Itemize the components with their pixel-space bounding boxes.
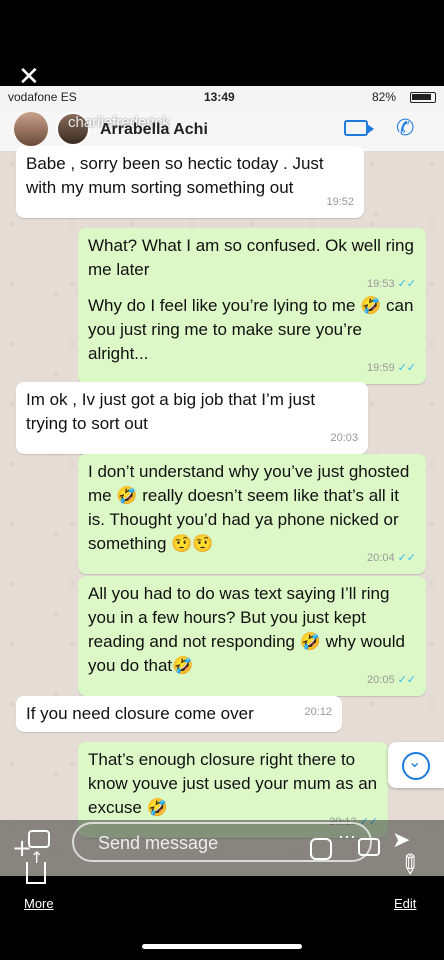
- chevron-down-icon: ⌄: [408, 752, 422, 771]
- story-avatar[interactable]: [14, 112, 48, 146]
- video-call-icon[interactable]: [344, 120, 374, 136]
- message-time: 20:03: [330, 432, 358, 444]
- message-bubble-outgoing: I don’t understand why you’ve just ghost…: [78, 454, 426, 574]
- story-top-area: [0, 0, 444, 86]
- phone-call-icon[interactable]: ✆: [396, 116, 414, 141]
- message-time: 19:52: [326, 196, 354, 208]
- share-icon[interactable]: [26, 848, 46, 884]
- more-button[interactable]: More: [24, 896, 54, 911]
- home-indicator[interactable]: [142, 944, 302, 949]
- camera-icon[interactable]: [358, 838, 380, 856]
- message-input-placeholder: Send message: [98, 833, 219, 853]
- scroll-to-bottom-button[interactable]: ⌄: [388, 742, 444, 788]
- message-text: If you need closure come over: [26, 704, 254, 723]
- message-bubble-incoming: Im ok , Iv just got a big job that I’m j…: [16, 382, 368, 454]
- more-dots-icon[interactable]: ···: [338, 826, 356, 847]
- edit-button[interactable]: Edit: [394, 896, 416, 911]
- carrier-label: vodafone ES: [8, 90, 77, 104]
- message-text: I don’t understand why you’ve just ghost…: [88, 462, 410, 553]
- message-time: 20:12: [304, 706, 332, 718]
- read-ticks-icon: ✓✓: [397, 552, 416, 564]
- status-bar: vodafone ES 13:49 82%: [0, 86, 444, 108]
- read-ticks-icon: ✓✓: [397, 362, 416, 374]
- camera-icon[interactable]: [28, 830, 50, 848]
- clock: 13:49: [204, 90, 235, 104]
- battery-icon: [410, 92, 436, 103]
- message-time: 20:04 ✓✓: [367, 552, 416, 564]
- message-bubble-outgoing: Why do I feel like you’re lying to me 🤣 …: [78, 288, 426, 384]
- message-text: Babe , sorry been so hectic today . Just…: [26, 154, 324, 197]
- message-time: 20:05 ✓✓: [367, 674, 416, 686]
- message-bubble-outgoing: All you had to do was text saying I’ll r…: [78, 576, 426, 696]
- sticker-icon[interactable]: [310, 838, 332, 860]
- message-text: All you had to do was text saying I’ll r…: [88, 584, 405, 675]
- message-bubble-incoming: If you need closure come over 20:12: [16, 696, 342, 732]
- message-time: 19:59 ✓✓: [367, 362, 416, 374]
- read-ticks-icon: ✓✓: [397, 674, 416, 686]
- message-text: Im ok , Iv just got a big job that I’m j…: [26, 390, 316, 433]
- contact-name[interactable]: Arrabella Achi: [100, 121, 208, 139]
- message-bubble-incoming: Babe , sorry been so hectic today . Just…: [16, 146, 364, 218]
- battery-percent: 82%: [372, 90, 397, 104]
